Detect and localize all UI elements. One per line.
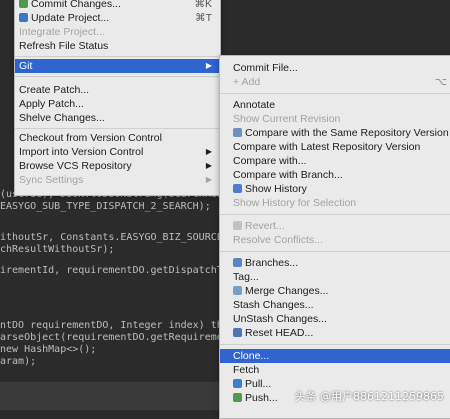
- menu-item-annotate[interactable]: Annotate: [220, 98, 450, 112]
- menu-item-show-current-revision: Show Current Revision: [233, 113, 341, 125]
- menu-item-fetch[interactable]: Fetch: [220, 363, 450, 377]
- git-submenu: Commit File... + Add ⌥ Annotate Show Cur…: [219, 55, 450, 419]
- menu-item-show-history-selection: Show History for Selection: [233, 197, 357, 209]
- merge-icon: [233, 286, 242, 295]
- menu-item-shelve-changes[interactable]: Shelve Changes...: [15, 111, 220, 125]
- menu-item-create-patch[interactable]: Create Patch...: [15, 83, 220, 97]
- menu-item-git[interactable]: Git ▶: [15, 59, 220, 73]
- menu-item-compare-branch[interactable]: Compare with Branch...: [220, 168, 450, 182]
- menu-item-unstash-changes[interactable]: UnStash Changes...: [220, 312, 450, 326]
- menu-separator: [220, 251, 450, 252]
- menu-item-sync-settings: Sync Settings ▶: [19, 174, 212, 186]
- menu-item-revert: Revert...: [220, 219, 450, 233]
- watermark: 头条 @用户8861211259865: [294, 390, 444, 403]
- revert-icon: [233, 221, 242, 230]
- menu-separator: [15, 56, 220, 57]
- menu-item-merge-changes[interactable]: Merge Changes...: [220, 284, 450, 298]
- vcs-menu: Commit Changes... ⌘K Update Project... ⌘…: [14, 0, 221, 196]
- branch-icon: [233, 258, 242, 267]
- menu-item-branches[interactable]: Branches...: [220, 256, 450, 270]
- menu-item-integrate-project: Integrate Project...: [19, 26, 105, 38]
- menu-separator: [220, 93, 450, 94]
- menu-separator: [220, 214, 450, 215]
- shortcut-label: ⌘T: [195, 12, 212, 24]
- pull-icon: [233, 379, 242, 388]
- menu-item-compare-same-repo[interactable]: Compare with the Same Repository Version: [220, 126, 450, 140]
- code-line: chResultWithoutSr);: [0, 244, 115, 255]
- menu-separator: [15, 128, 220, 129]
- menu-item-import-vcs[interactable]: Import into Version Control ▶: [15, 145, 220, 159]
- menu-item-update-project[interactable]: Update Project... ⌘T: [15, 11, 220, 25]
- menu-item-compare-latest[interactable]: Compare with Latest Repository Version: [220, 140, 450, 154]
- vcs-commit-icon: [19, 0, 28, 8]
- submenu-arrow-icon: ▶: [205, 161, 212, 170]
- menu-item-clone[interactable]: Clone...: [220, 349, 450, 363]
- menu-separator: [220, 344, 450, 345]
- menu-item-commit-file[interactable]: Commit File...: [220, 61, 450, 75]
- submenu-arrow-icon: ▶: [205, 175, 212, 184]
- menu-item-resolve-conflicts: Resolve Conflicts...: [233, 234, 323, 246]
- menu-separator: [15, 76, 220, 77]
- submenu-arrow-icon: ▶: [205, 147, 212, 156]
- code-line: new HashMap<>();: [0, 344, 97, 355]
- shortcut-label: ⌥: [434, 76, 447, 88]
- menu-item-show-history[interactable]: Show History: [220, 182, 450, 196]
- menu-item-browse-vcs[interactable]: Browse VCS Repository ▶: [15, 159, 220, 173]
- menu-item-stash-changes[interactable]: Stash Changes...: [220, 298, 450, 312]
- menu-item-tag[interactable]: Tag...: [220, 270, 450, 284]
- push-icon: [233, 393, 242, 402]
- code-line: aram);: [0, 356, 37, 367]
- menu-item-reset-head[interactable]: Reset HEAD...: [220, 326, 450, 340]
- code-line: arseObject(requirementDO.getRequirement(…: [0, 332, 253, 343]
- history-icon: [233, 184, 242, 193]
- reset-icon: [233, 328, 242, 337]
- compare-icon: [233, 128, 242, 137]
- menu-item-apply-patch[interactable]: Apply Patch...: [15, 97, 220, 111]
- menu-item-commit-changes[interactable]: Commit Changes... ⌘K: [15, 0, 220, 11]
- vcs-update-icon: [19, 13, 28, 22]
- menu-item-compare-with[interactable]: Compare with...: [220, 154, 450, 168]
- code-line: EASYGO_SUB_TYPE_DISPATCH_2_SEARCH);: [0, 201, 211, 212]
- submenu-arrow-icon: ▶: [205, 61, 212, 70]
- menu-item-checkout-vcs[interactable]: Checkout from Version Control: [15, 131, 220, 145]
- menu-item-add: + Add ⌥: [233, 76, 447, 88]
- menu-item-refresh-file-status[interactable]: Refresh File Status: [15, 39, 220, 53]
- shortcut-label: ⌘K: [194, 0, 212, 10]
